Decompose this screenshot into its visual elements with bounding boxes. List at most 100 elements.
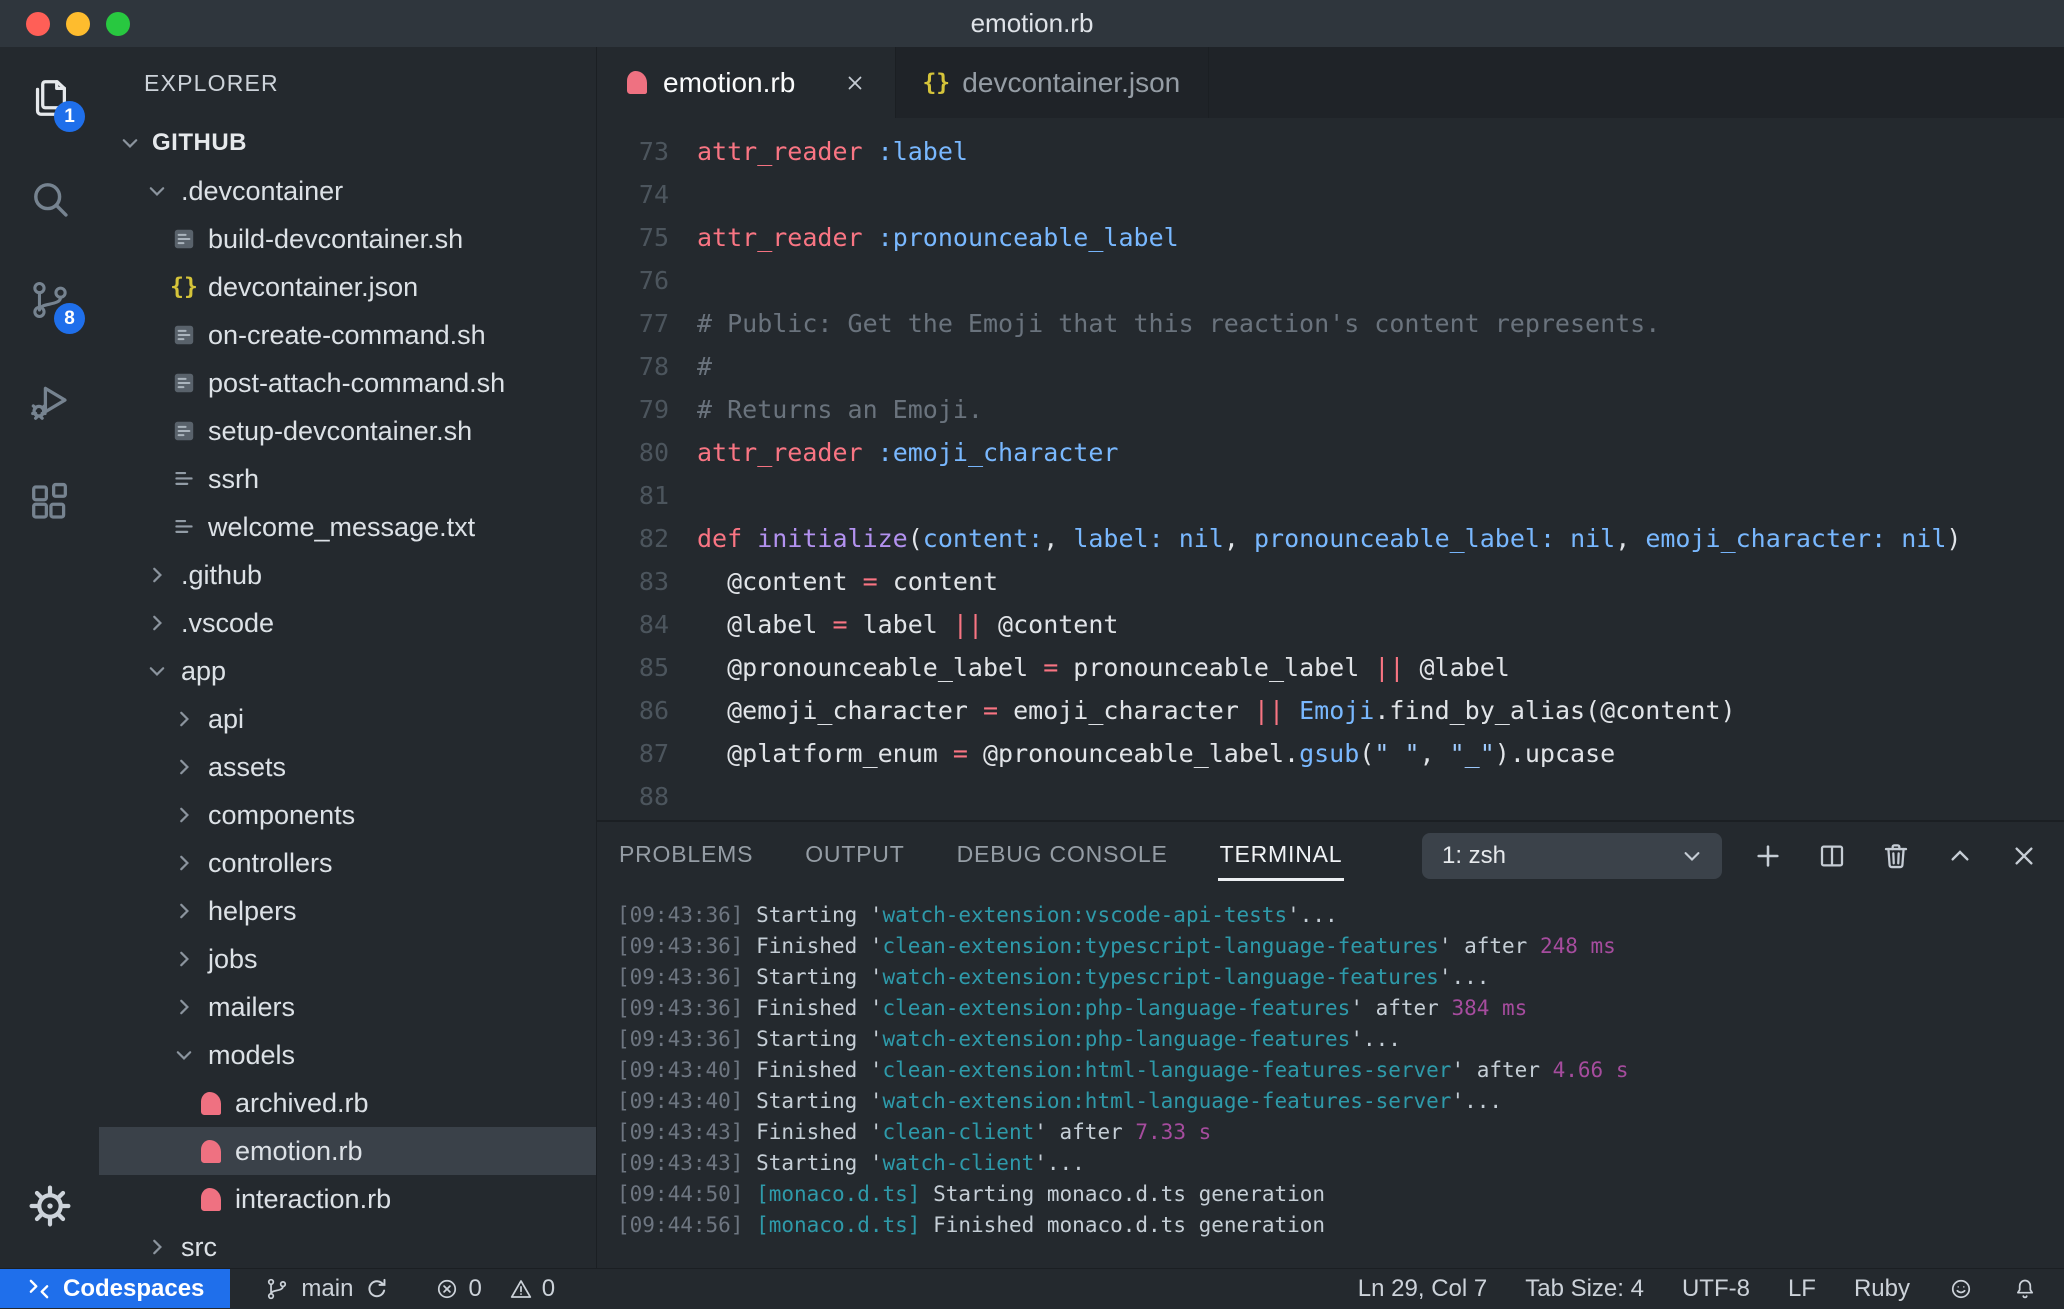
plus-icon — [1752, 840, 1784, 872]
codespaces-status[interactable]: Codespaces — [0, 1269, 230, 1308]
minimize-button[interactable] — [66, 12, 90, 36]
notifications-status[interactable] — [2012, 1276, 2038, 1302]
terminal-line: [09:43:36] Finished 'clean-extension:php… — [617, 993, 2064, 1024]
error-icon — [434, 1276, 460, 1302]
panel-tab-terminal[interactable]: TERMINAL — [1218, 831, 1345, 881]
line-number: 80 — [597, 431, 669, 474]
split-terminal-button[interactable] — [1816, 840, 1848, 872]
line-number: 79 — [597, 388, 669, 431]
activity-bar-items: 18 — [0, 47, 99, 552]
problems-status[interactable]: 0 0 — [434, 1275, 555, 1303]
tree-item-github[interactable]: GITHUB — [99, 119, 596, 167]
tree-item-label: emotion.rb — [235, 1136, 363, 1167]
tree-item-build-devcontainer-sh[interactable]: build-devcontainer.sh — [99, 215, 596, 263]
terminal-line: [09:43:40] Starting 'watch-extension:htm… — [617, 1086, 2064, 1117]
line-number: 74 — [597, 173, 669, 216]
tree-item-app[interactable]: app — [99, 647, 596, 695]
activity-badge: 1 — [54, 101, 85, 132]
terminal-line: [09:43:36] Finished 'clean-extension:typ… — [617, 931, 2064, 962]
tree-item-mailers[interactable]: mailers — [99, 983, 596, 1031]
tree-item-label: archived.rb — [235, 1088, 369, 1119]
textlines-icon — [171, 514, 197, 540]
tree-item-controllers[interactable]: controllers — [99, 839, 596, 887]
gear-icon — [27, 1183, 73, 1229]
activitybar-search[interactable] — [0, 148, 99, 249]
code-text: # Public: Get the Emoji that this reacti… — [669, 302, 1660, 345]
code-line-73: 73attr_reader :label — [597, 130, 2064, 173]
tree-item-label: assets — [208, 752, 286, 783]
close-panel-button[interactable] — [2008, 840, 2040, 872]
tree-item-label: app — [181, 656, 226, 687]
tab-devcontainer-json[interactable]: {}devcontainer.json — [896, 47, 1209, 118]
activitybar-extensions[interactable] — [0, 451, 99, 552]
language-mode-status[interactable]: Ruby — [1854, 1275, 1910, 1303]
code-text: @pronounceable_label = pronounceable_lab… — [669, 646, 1510, 689]
tree-item-ssrh[interactable]: ssrh — [99, 455, 596, 503]
file-tree[interactable]: GITHUB .devcontainer build-devcontainer.sh… — [99, 119, 596, 1268]
tree-item-archived-rb[interactable]: archived.rb — [99, 1079, 596, 1127]
code-text: @label = label || @content — [669, 603, 1118, 646]
tree-item-welcome-message-txt[interactable]: welcome_message.txt — [99, 503, 596, 551]
close-icon[interactable] — [843, 70, 867, 96]
tree-item-emotion-rb[interactable]: emotion.rb — [99, 1127, 596, 1175]
tab-emotion-rb[interactable]: emotion.rb — [597, 47, 896, 118]
tab-size-status[interactable]: Tab Size: 4 — [1525, 1275, 1644, 1303]
line-number: 84 — [597, 603, 669, 646]
code-line-83: 83 @content = content — [597, 560, 2064, 603]
tree-item-src[interactable]: src — [99, 1223, 596, 1268]
code-editor[interactable]: 73attr_reader :label7475attr_reader :pro… — [597, 118, 2064, 820]
new-terminal-button[interactable] — [1752, 840, 1784, 872]
chevron-up-icon — [1944, 840, 1976, 872]
ruby-icon — [198, 1138, 224, 1164]
activitybar-run-debug[interactable] — [0, 350, 99, 451]
tree-item-jobs[interactable]: jobs — [99, 935, 596, 983]
chevron-right-icon — [171, 850, 197, 876]
zoom-button[interactable] — [106, 12, 130, 36]
explorer-header: EXPLORER — [99, 47, 596, 119]
tree-item-helpers[interactable]: helpers — [99, 887, 596, 935]
activitybar-explorer[interactable]: 1 — [0, 47, 99, 148]
tree-item-label: helpers — [208, 896, 297, 927]
git-branch-status[interactable]: main — [264, 1275, 390, 1303]
panel-actions — [1752, 840, 2040, 872]
tree-item-devcontainer-json[interactable]: {}devcontainer.json — [99, 263, 596, 311]
tree-item-label: GITHUB — [152, 129, 247, 157]
tree-item-interaction-rb[interactable]: interaction.rb — [99, 1175, 596, 1223]
tree-item-assets[interactable]: assets — [99, 743, 596, 791]
encoding-label: UTF-8 — [1682, 1275, 1750, 1303]
code-text: @platform_enum = @pronounceable_label.gs… — [669, 732, 1615, 775]
tree-item-api[interactable]: api — [99, 695, 596, 743]
panel-tab-output[interactable]: OUTPUT — [803, 831, 906, 881]
tree-item-devcontainer[interactable]: .devcontainer — [99, 167, 596, 215]
tree-item-components[interactable]: components — [99, 791, 596, 839]
tree-item-label: build-devcontainer.sh — [208, 224, 463, 255]
tree-item-post-attach-command-sh[interactable]: post-attach-command.sh — [99, 359, 596, 407]
eol-status[interactable]: LF — [1788, 1275, 1816, 1303]
activitybar-source-control[interactable]: 8 — [0, 249, 99, 350]
line-number: 83 — [597, 560, 669, 603]
maximize-panel-button[interactable] — [1944, 840, 1976, 872]
tree-item-label: ssrh — [208, 464, 259, 495]
feedback-status[interactable] — [1948, 1276, 1974, 1302]
tree-item-label: .github — [181, 560, 262, 591]
panel-tab-problems[interactable]: PROBLEMS — [617, 831, 755, 881]
tree-item-models[interactable]: models — [99, 1031, 596, 1079]
activitybar-settings[interactable] — [0, 1166, 99, 1246]
tree-item-setup-devcontainer-sh[interactable]: setup-devcontainer.sh — [99, 407, 596, 455]
tab-size-label: Tab Size: 4 — [1525, 1275, 1644, 1303]
tree-item-on-create-command-sh[interactable]: on-create-command.sh — [99, 311, 596, 359]
line-number: 73 — [597, 130, 669, 173]
tree-item-label: controllers — [208, 848, 333, 879]
code-line-81: 81 — [597, 474, 2064, 517]
kill-terminal-button[interactable] — [1880, 840, 1912, 872]
tree-item-github[interactable]: .github — [99, 551, 596, 599]
cursor-position-status[interactable]: Ln 29, Col 7 — [1358, 1275, 1487, 1303]
terminal-select[interactable]: 1: zsh — [1422, 833, 1722, 879]
terminal-output[interactable]: [09:43:36] Starting 'watch-extension:vsc… — [597, 890, 2064, 1268]
panel-tab-debug-console[interactable]: DEBUG CONSOLE — [955, 831, 1170, 881]
tree-item-vscode[interactable]: .vscode — [99, 599, 596, 647]
bottom-panel: PROBLEMS OUTPUT DEBUG CONSOLE TERMINAL 1: z… — [597, 820, 2064, 1268]
line-number: 77 — [597, 302, 669, 345]
close-button[interactable] — [26, 12, 50, 36]
encoding-status[interactable]: UTF-8 — [1682, 1275, 1750, 1303]
